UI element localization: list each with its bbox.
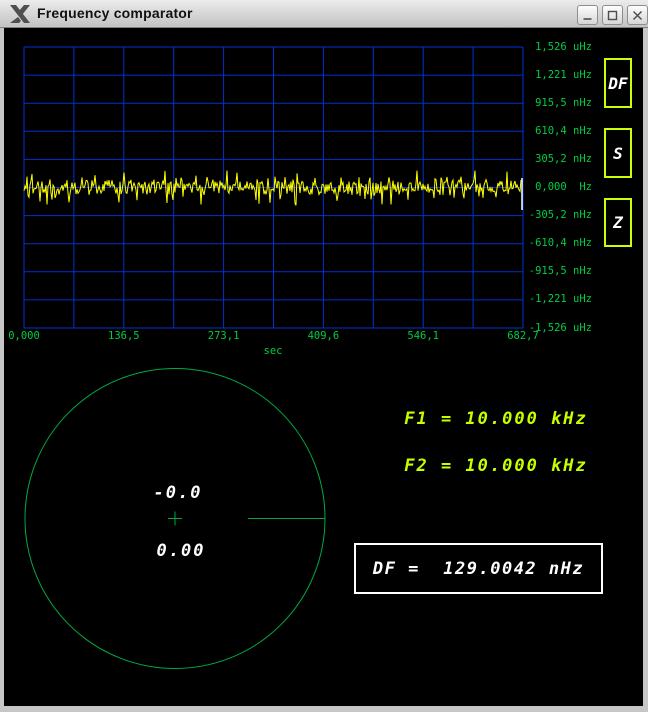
window-title: Frequency comparator — [37, 5, 193, 21]
df-readout-box: DF = 129.0042 nHz — [354, 543, 603, 594]
y-tick-label: -915,5 nHz — [528, 265, 592, 278]
x-tick-label: 136,5 — [107, 330, 140, 342]
maximize-icon — [607, 10, 618, 20]
x11-logo-icon — [10, 5, 30, 23]
df-readout: DF = 129.0042 nHz — [372, 558, 585, 579]
titlebar[interactable]: Frequency comparator — [0, 0, 648, 28]
df-mode-button[interactable]: DF — [604, 58, 632, 108]
y-tick-label: 1,526 uHz — [535, 40, 592, 53]
crosshair-icon — [168, 511, 182, 526]
x-axis-title: sec — [263, 345, 283, 357]
close-button[interactable] — [627, 5, 648, 25]
content-area: 1,526 uHz 1,221 uHz 915,5 nHz 610,4 nHz 305,… — [4, 28, 643, 706]
f1-readout: F1 = 10.000 kHz — [404, 409, 588, 429]
y-tick-label: -610,4 nHz — [528, 237, 592, 250]
dial-value-bottom: 0.00 — [156, 541, 206, 561]
maximize-button[interactable] — [602, 5, 623, 25]
x-tick-label: 682,7 — [507, 330, 539, 342]
y-tick-label: -1,221 uHz — [528, 293, 592, 306]
x-tick-label: 273,1 — [207, 330, 240, 342]
s-mode-button[interactable]: S — [604, 128, 632, 178]
y-tick-label: 305,2 nHz — [535, 152, 592, 165]
y-tick-label: 1,221 uHz — [535, 68, 592, 81]
close-icon — [632, 10, 643, 20]
dial-value-top: -0.0 — [153, 483, 203, 503]
x-tick-label: 0,000 — [8, 330, 40, 342]
y-tick-label: -305,2 nHz — [528, 209, 592, 222]
y-tick-label: 0,000 Hz — [535, 181, 592, 193]
f2-readout: F2 = 10.000 kHz — [404, 456, 588, 476]
y-tick-label: 915,5 nHz — [535, 96, 592, 109]
z-mode-button[interactable]: Z — [604, 198, 632, 247]
app-window: Frequency comparator 1,526 uHz 1,221 uHz… — [0, 0, 648, 712]
x-tick-label: 546,1 — [407, 330, 439, 342]
y-tick-label: 610,4 nHz — [535, 124, 592, 137]
minimize-button[interactable] — [577, 5, 598, 25]
x-tick-label: 409,6 — [307, 330, 340, 342]
minimize-icon — [583, 17, 592, 20]
